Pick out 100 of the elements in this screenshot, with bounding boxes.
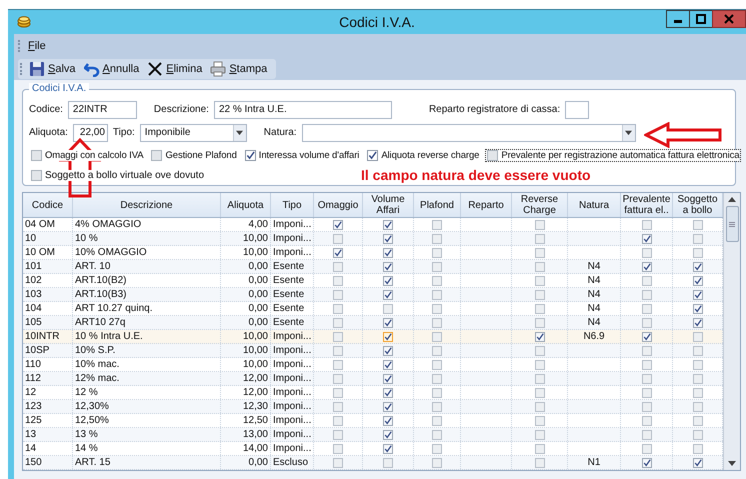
checkbox[interactable]	[432, 276, 442, 286]
table-row[interactable]: 103 ART.10(B3) 0,00 Esente N4	[23, 288, 723, 302]
checkbox[interactable]	[642, 332, 652, 342]
scrollbar[interactable]	[723, 193, 740, 470]
checkbox[interactable]	[333, 374, 343, 384]
checkbox[interactable]	[534, 290, 544, 300]
checkbox[interactable]	[383, 416, 393, 426]
checkbox[interactable]	[692, 444, 702, 454]
column-header[interactable]: Volume Affari	[363, 193, 414, 217]
checkbox[interactable]	[383, 248, 393, 258]
column-header[interactable]: Omaggio	[314, 193, 363, 217]
checkbox[interactable]	[642, 290, 652, 300]
checkbox[interactable]	[692, 304, 702, 314]
checkbox[interactable]	[642, 388, 652, 398]
checkbox[interactable]	[692, 276, 702, 286]
checkbox[interactable]	[432, 346, 442, 356]
table-row[interactable]: 10INTR 10 % Intra U.E. 10,00 Imponi... N6.9	[23, 330, 723, 344]
checkbox[interactable]	[642, 262, 652, 272]
menu-item[interactable]: File	[26, 40, 48, 52]
table-row[interactable]: 112 12% mac. 12,00 Imponi...	[23, 372, 723, 386]
column-header[interactable]: Aliquota	[221, 193, 271, 217]
checkbox[interactable]	[692, 318, 702, 328]
input-field[interactable]	[565, 100, 590, 118]
checkbox[interactable]	[534, 430, 544, 440]
checkbox[interactable]	[432, 416, 442, 426]
checkbox[interactable]	[383, 388, 393, 398]
checkbox[interactable]	[432, 304, 442, 314]
checkbox[interactable]	[692, 430, 702, 440]
checkbox[interactable]	[333, 262, 343, 272]
column-header[interactable]: Codice	[23, 193, 73, 217]
checkbox[interactable]	[534, 332, 544, 342]
checkbox[interactable]: Prevalente per registrazione automatica fattura elettronica	[485, 148, 742, 162]
checkbox[interactable]	[383, 402, 393, 412]
checkbox[interactable]	[383, 444, 393, 454]
checkbox[interactable]	[432, 388, 442, 398]
maximize-button[interactable]	[689, 10, 713, 28]
table-row[interactable]: 10SP 10% S.P. 10,00 Imponi...	[23, 344, 723, 358]
minimize-button[interactable]	[666, 10, 690, 28]
checkbox[interactable]	[333, 276, 343, 286]
checkbox[interactable]	[642, 430, 652, 440]
checkbox[interactable]	[432, 360, 442, 370]
dropdown[interactable]	[302, 124, 636, 142]
checkbox[interactable]	[534, 248, 544, 258]
dropdown[interactable]: Imponibile	[140, 124, 247, 142]
scroll-up-icon[interactable]	[728, 197, 736, 203]
checkbox[interactable]	[692, 332, 702, 342]
table-row[interactable]: 150 ART. 15 0,00 Escluso N1	[23, 456, 723, 470]
checkbox[interactable]	[333, 458, 343, 468]
checkbox[interactable]	[333, 430, 343, 440]
checkbox[interactable]	[692, 234, 702, 244]
checkbox[interactable]	[692, 388, 702, 398]
checkbox[interactable]	[642, 374, 652, 384]
checkbox[interactable]	[432, 430, 442, 440]
checkbox[interactable]	[432, 402, 442, 412]
checkbox[interactable]	[432, 318, 442, 328]
checkbox[interactable]	[333, 416, 343, 426]
checkbox[interactable]	[642, 416, 652, 426]
table-row[interactable]: 10 10 % 10,00 Imponi...	[23, 232, 723, 246]
checkbox[interactable]	[333, 234, 343, 244]
checkbox[interactable]	[692, 374, 702, 384]
column-header[interactable]: Natura	[568, 193, 621, 217]
checkbox[interactable]	[333, 248, 343, 258]
checkbox[interactable]	[383, 220, 393, 230]
checkbox[interactable]	[333, 444, 343, 454]
table-row[interactable]: 13 13 % 13,00 Imponi...	[23, 428, 723, 442]
checkbox[interactable]	[692, 416, 702, 426]
checkbox[interactable]	[383, 262, 393, 272]
toolbar-button[interactable]: Stampa	[207, 60, 270, 78]
checkbox[interactable]	[642, 444, 652, 454]
checkbox[interactable]	[534, 360, 544, 370]
checkbox[interactable]	[383, 458, 393, 468]
checkbox[interactable]	[642, 318, 652, 328]
checkbox[interactable]	[692, 220, 702, 230]
checkbox[interactable]	[333, 220, 343, 230]
checkbox[interactable]	[692, 346, 702, 356]
checkbox[interactable]	[333, 360, 343, 370]
checkbox[interactable]	[534, 458, 544, 468]
checkbox[interactable]	[642, 346, 652, 356]
checkbox[interactable]	[333, 346, 343, 356]
checkbox[interactable]	[432, 262, 442, 272]
checkbox[interactable]	[692, 458, 702, 468]
checkbox[interactable]	[642, 458, 652, 468]
checkbox[interactable]	[692, 262, 702, 272]
checkbox[interactable]	[432, 374, 442, 384]
checkbox[interactable]	[692, 290, 702, 300]
checkbox[interactable]	[333, 318, 343, 328]
checkbox[interactable]	[333, 290, 343, 300]
toolbar-button[interactable]: Salva	[26, 60, 79, 78]
checkbox[interactable]	[692, 248, 702, 258]
checkbox[interactable]	[383, 332, 393, 342]
checkbox[interactable]	[642, 402, 652, 412]
scroll-thumb[interactable]	[726, 206, 738, 242]
checkbox[interactable]	[534, 374, 544, 384]
checkbox[interactable]	[642, 360, 652, 370]
checkbox[interactable]	[642, 276, 652, 286]
column-header[interactable]: Prevalente fattura el..	[621, 193, 673, 217]
checkbox[interactable]	[432, 220, 442, 230]
checkbox[interactable]	[383, 360, 393, 370]
checkbox[interactable]	[642, 248, 652, 258]
input-field[interactable]: 22 % Intra U.E.	[214, 100, 392, 118]
